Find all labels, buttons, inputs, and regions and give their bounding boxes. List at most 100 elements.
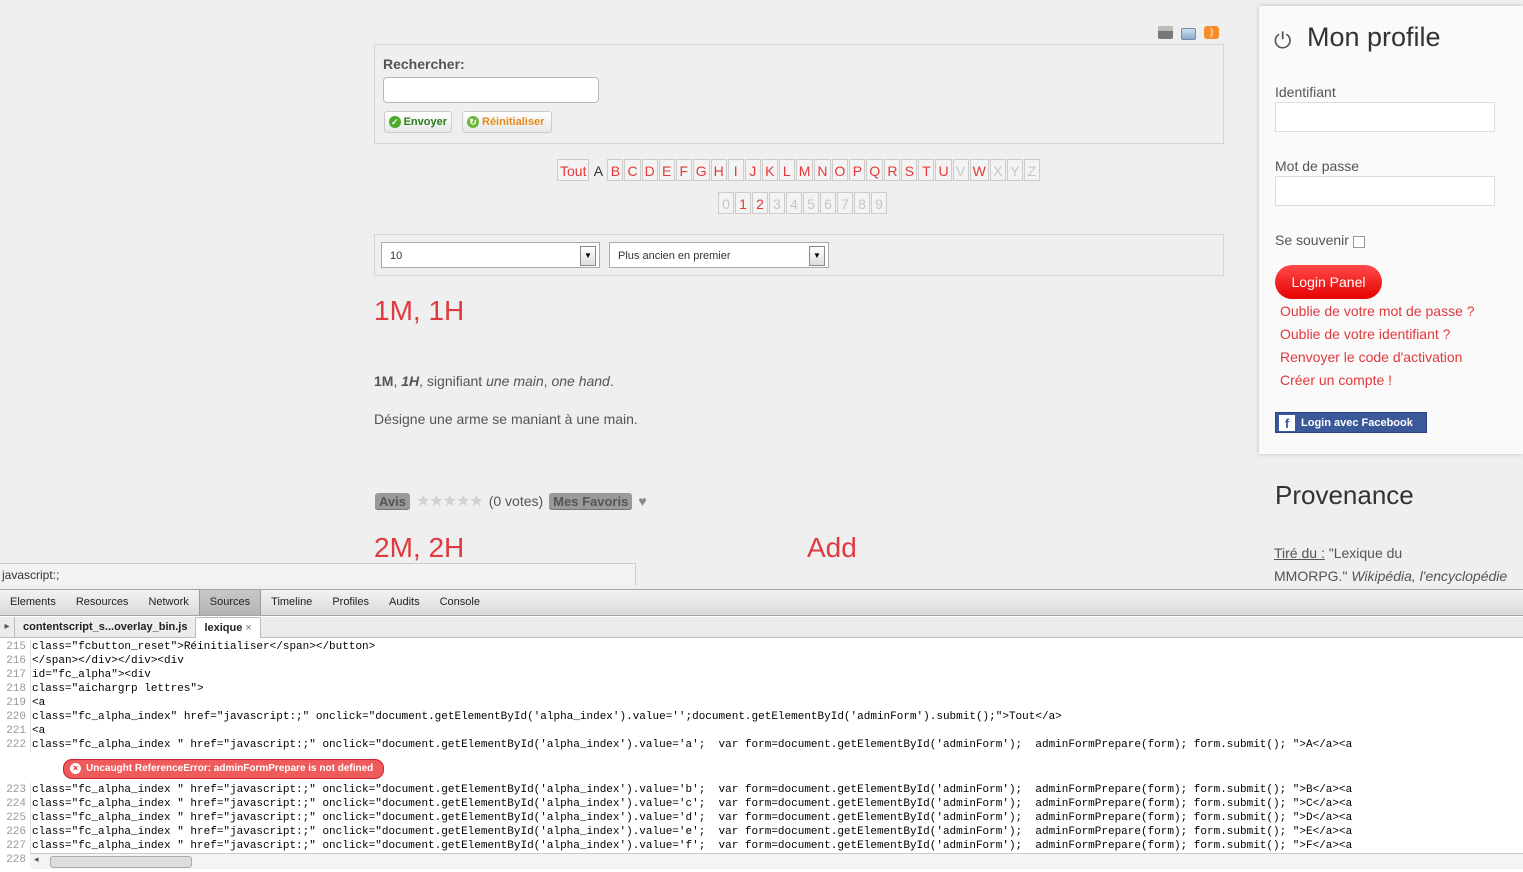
horizontal-scrollbar[interactable]: ◂ xyxy=(30,853,1523,869)
devtools-tab-profiles[interactable]: Profiles xyxy=(322,590,379,615)
entry-title[interactable]: 2M, 2H xyxy=(374,532,464,564)
error-text: Uncaught ReferenceError: adminFormPrepar… xyxy=(86,763,374,774)
code-line[interactable]: 226 class="fc_alpha_index " href="javascr… xyxy=(0,825,1523,839)
code-line[interactable]: 219 <a xyxy=(0,696,1523,710)
alpha-index-item[interactable]: L xyxy=(778,159,795,181)
alpha-index-item[interactable]: H xyxy=(710,159,727,181)
alpha-index-item: Z xyxy=(1023,159,1040,181)
devtools-tab-console[interactable]: Console xyxy=(430,590,490,615)
line-number[interactable]: 222 xyxy=(0,738,31,752)
line-number[interactable]: 218 xyxy=(0,682,31,696)
line-number[interactable]: 216 xyxy=(0,654,31,668)
resend-activation-link[interactable]: Renvoyer le code d'activation xyxy=(1280,349,1462,365)
alpha-index-item[interactable]: N xyxy=(814,159,831,181)
line-number[interactable]: 220 xyxy=(0,710,31,724)
alpha-index-item[interactable]: B xyxy=(607,159,624,181)
reset-button[interactable]: ↻ Réinitialiser xyxy=(462,111,552,133)
entry-title[interactable]: 1M, 1H xyxy=(374,295,464,327)
devtools-tab-resources[interactable]: Resources xyxy=(66,590,139,615)
line-number[interactable]: 226 xyxy=(0,825,31,839)
file-tab-active[interactable]: lexique × xyxy=(195,617,261,638)
alpha-index-item[interactable]: J xyxy=(744,159,761,181)
heart-icon[interactable]: ♥ xyxy=(638,493,646,509)
alpha-index-item[interactable]: D xyxy=(641,159,658,181)
code-line[interactable]: 220 class="fc_alpha_index" href="javascri… xyxy=(0,710,1523,724)
line-number[interactable]: 215 xyxy=(0,640,31,654)
search-input[interactable] xyxy=(383,77,599,103)
favorites-button[interactable]: Mes Favoris xyxy=(549,492,633,510)
create-account-link[interactable]: Créer un compte ! xyxy=(1280,372,1392,388)
alpha-index-item[interactable]: U xyxy=(935,159,952,181)
alpha-index-item[interactable]: T xyxy=(918,159,935,181)
print-icon[interactable] xyxy=(1158,26,1173,39)
order-select[interactable]: Plus ancien en premier ▼ xyxy=(609,242,829,268)
alpha-index-item[interactable]: K xyxy=(761,159,778,181)
line-number[interactable]: 225 xyxy=(0,811,31,825)
code-line[interactable]: 227 class="fc_alpha_index " href="javascr… xyxy=(0,839,1523,853)
close-icon[interactable]: × xyxy=(245,622,251,634)
meaning-prefix: , signifiant xyxy=(419,373,487,389)
line-number[interactable]: 219 xyxy=(0,696,31,710)
devtools-tab-network[interactable]: Network xyxy=(138,590,198,615)
code-line[interactable]: 223 class="fc_alpha_index " href="javascr… xyxy=(0,783,1523,797)
code-line[interactable]: 221 <a xyxy=(0,724,1523,738)
rss-icon[interactable]: ) xyxy=(1204,26,1219,39)
forgot-password-link[interactable]: Oublie de votre mot de passe ? xyxy=(1280,303,1475,319)
alpha-index-item[interactable]: Q xyxy=(866,159,884,181)
login-button[interactable]: Login Panel xyxy=(1275,265,1382,299)
avis-button[interactable]: Avis xyxy=(375,492,410,510)
code-line[interactable]: 225 class="fc_alpha_index " href="javascr… xyxy=(0,811,1523,825)
add-link[interactable]: Add xyxy=(807,532,857,564)
email-icon[interactable] xyxy=(1181,28,1196,40)
line-number[interactable]: 228 xyxy=(0,853,31,867)
dropdown-arrow-icon[interactable]: ▼ xyxy=(580,246,596,266)
error-icon: × xyxy=(70,763,81,774)
sidebar-toggle-icon[interactable]: ▸ xyxy=(0,617,15,637)
devtools-tab-timeline[interactable]: Timeline xyxy=(261,590,322,615)
alpha-index-item[interactable]: I xyxy=(727,159,744,181)
file-tab[interactable]: contentscript_s...overlay_bin.js xyxy=(15,617,195,637)
line-number[interactable]: 227 xyxy=(0,839,31,853)
line-number[interactable]: 221 xyxy=(0,724,31,738)
alpha-index-item[interactable]: R xyxy=(884,159,901,181)
devtools-tab-sources[interactable]: Sources xyxy=(198,590,262,615)
devtools-tab-audits[interactable]: Audits xyxy=(379,590,430,615)
dropdown-arrow-icon[interactable]: ▼ xyxy=(809,246,825,266)
code-line[interactable]: 218 class="aichargrp lettres"> xyxy=(0,682,1523,696)
password-input[interactable] xyxy=(1275,176,1495,206)
line-number[interactable]: 217 xyxy=(0,668,31,682)
alpha-index-item[interactable]: A xyxy=(590,159,606,181)
code-line[interactable]: 216 </span></div></div><div xyxy=(0,654,1523,668)
number-index-item[interactable]: 1 xyxy=(735,192,751,214)
abbr: 1H xyxy=(401,373,420,389)
code-line[interactable]: 217 id="fc_alpha"><div xyxy=(0,668,1523,682)
alpha-index-item[interactable]: F xyxy=(675,159,692,181)
scroll-left-icon[interactable]: ◂ xyxy=(34,854,39,865)
remember-checkbox[interactable] xyxy=(1352,236,1365,248)
username-input[interactable] xyxy=(1275,102,1495,132)
code-editor[interactable]: 215 class="fcbutton_reset">Réinitialiser<… xyxy=(0,640,1523,867)
alpha-index-item[interactable]: Tout xyxy=(557,159,590,181)
scrollbar-thumb[interactable] xyxy=(50,856,192,868)
alpha-index-item[interactable]: S xyxy=(901,159,918,181)
submit-button[interactable]: ✓ Envoyer xyxy=(384,111,452,133)
devtools-tab-elements[interactable]: Elements xyxy=(0,590,66,615)
alpha-index-item[interactable]: E xyxy=(658,159,675,181)
number-index-item[interactable]: 2 xyxy=(752,192,768,214)
alpha-index-item[interactable]: P xyxy=(849,159,866,181)
code-line[interactable]: 222 class="fc_alpha_index " href="javascr… xyxy=(0,738,1523,752)
rating-stars[interactable]: ★★★★★ xyxy=(416,491,484,511)
line-number[interactable]: 224 xyxy=(0,797,31,811)
code-line[interactable]: 224 class="fc_alpha_index " href="javascr… xyxy=(0,797,1523,811)
limit-select[interactable]: 10 ▼ xyxy=(381,242,600,268)
alpha-index-item[interactable]: M xyxy=(795,159,814,181)
line-number[interactable]: 223 xyxy=(0,783,31,797)
alpha-index-item[interactable]: G xyxy=(692,159,710,181)
code-line[interactable]: 215 class="fcbutton_reset">Réinitialiser<… xyxy=(0,640,1523,654)
alpha-index-item[interactable]: O xyxy=(831,159,849,181)
alpha-index-item[interactable]: W xyxy=(969,159,989,181)
alpha-index-item[interactable]: C xyxy=(624,159,641,181)
alpha-index-item: Y xyxy=(1006,159,1023,181)
facebook-login-button[interactable]: f Login avec Facebook xyxy=(1275,412,1427,433)
forgot-username-link[interactable]: Oublie de votre identifiant ? xyxy=(1280,326,1450,342)
